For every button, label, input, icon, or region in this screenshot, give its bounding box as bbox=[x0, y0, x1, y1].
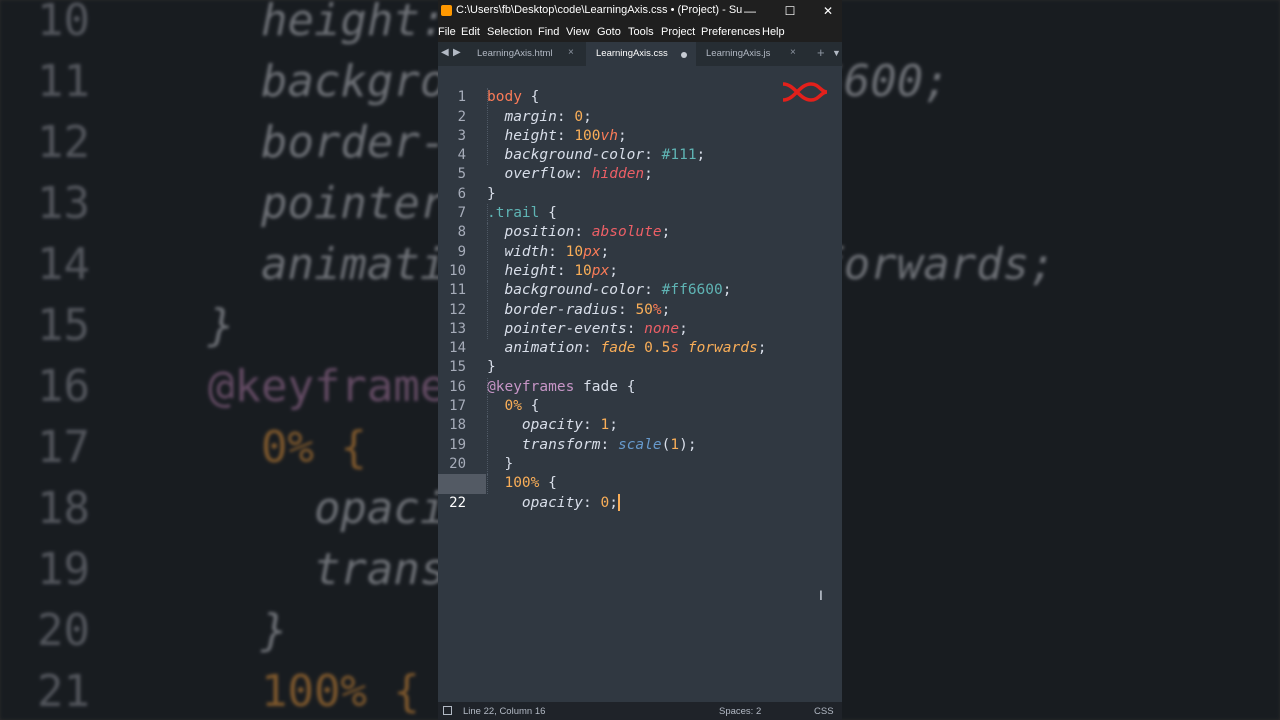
code-line: 7 .trail { bbox=[457, 205, 557, 222]
code-line: 18 opacity: 1; bbox=[438, 397, 842, 433]
cursor-position[interactable]: Line 22, Column 16 bbox=[463, 706, 545, 717]
sublime-app-icon bbox=[441, 5, 452, 16]
tab-learningaxis-css[interactable]: LearningAxis.css bbox=[586, 42, 696, 66]
new-tab-icon[interactable]: + bbox=[817, 45, 825, 60]
code-line: 12 border-radius: 50%; bbox=[438, 281, 842, 318]
tab-scroll-right-icon[interactable]: ▶ bbox=[453, 47, 461, 58]
minimize-button[interactable]: — bbox=[730, 2, 770, 20]
menu-find[interactable]: Find bbox=[538, 26, 559, 38]
menu-edit[interactable]: Edit bbox=[461, 26, 480, 38]
code-line: 19 transform: scale(1); bbox=[438, 416, 842, 453]
menu-file[interactable]: File bbox=[438, 26, 456, 38]
tab-learningaxis-html[interactable]: LearningAxis.html × bbox=[467, 42, 584, 66]
current-line-number: 22 bbox=[449, 494, 466, 511]
status-bar: Line 22, Column 16 Spaces: 2 CSS bbox=[438, 702, 842, 720]
close-tab-icon[interactable]: × bbox=[790, 47, 796, 58]
tab-scroll-left-icon[interactable]: ◀ bbox=[441, 47, 449, 58]
title-bar: C:\Users\fb\Desktop\code\LearningAxis.cs… bbox=[438, 0, 842, 22]
code-line: 15} bbox=[449, 359, 496, 376]
mouse-ibeam-cursor-icon: I bbox=[819, 587, 823, 603]
code-line: 16 @keyframes fade { bbox=[449, 378, 636, 395]
code-editor[interactable]: 1 body { 2 margin: 0; 3 height: 100vh; 4 … bbox=[438, 66, 842, 698]
close-button[interactable]: ✕ bbox=[808, 2, 842, 20]
code-line: 4 background-color: #111; bbox=[438, 126, 842, 163]
code-line: 10 height: 10px; bbox=[438, 242, 842, 279]
code-line: 9 width: 10px; bbox=[438, 223, 842, 260]
menu-preferences[interactable]: Preferences bbox=[701, 26, 760, 38]
code-line: 8 position: absolute; bbox=[438, 204, 842, 240]
code-line: 14 animation: fade 0.5s forwards; bbox=[438, 319, 842, 356]
menu-project[interactable]: Project bbox=[661, 26, 695, 38]
menu-help[interactable]: Help bbox=[762, 26, 785, 38]
current-code-line: 22 opacity: 0; bbox=[438, 474, 842, 512]
code-line: 20 } bbox=[438, 435, 842, 472]
tab-learningaxis-js[interactable]: LearningAxis.js × bbox=[696, 42, 808, 66]
unsaved-dot-icon[interactable] bbox=[681, 52, 687, 58]
menu-goto[interactable]: Goto bbox=[597, 26, 621, 38]
indentation-setting[interactable]: Spaces: 2 bbox=[719, 706, 761, 717]
code-line: 3 height: 100vh; bbox=[438, 107, 842, 144]
syntax-mode[interactable]: CSS bbox=[814, 706, 834, 717]
text-caret bbox=[617, 494, 620, 512]
window-title: C:\Users\fb\Desktop\code\LearningAxis.cs… bbox=[456, 4, 742, 16]
close-tab-icon[interactable]: × bbox=[568, 47, 574, 58]
code-line: 6} bbox=[457, 185, 496, 202]
panel-toggle-icon[interactable] bbox=[443, 706, 452, 715]
menu-selection[interactable]: Selection bbox=[487, 26, 532, 38]
maximize-button[interactable]: ☐ bbox=[770, 2, 810, 20]
channel-logo-icon bbox=[782, 82, 828, 102]
code-line: 17 0% { bbox=[438, 377, 842, 414]
code-line: 5 overflow: hidden; bbox=[438, 146, 842, 182]
code-line: 11 background-color: #ff6600; bbox=[438, 262, 842, 298]
menu-view[interactable]: View bbox=[566, 26, 590, 38]
code-line: 13 pointer-events: none; bbox=[438, 300, 842, 337]
menu-bar: File Edit Selection Find View Goto Tools… bbox=[438, 22, 842, 42]
code-line: 21 100% { bbox=[438, 455, 842, 491]
editor-window: C:\Users\fb\Desktop\code\LearningAxis.cs… bbox=[438, 0, 842, 720]
tab-menu-icon[interactable]: ▼ bbox=[832, 48, 841, 58]
tab-bar: ◀ ▶ LearningAxis.html × LearningAxis.css… bbox=[438, 42, 842, 66]
menu-tools[interactable]: Tools bbox=[628, 26, 654, 38]
